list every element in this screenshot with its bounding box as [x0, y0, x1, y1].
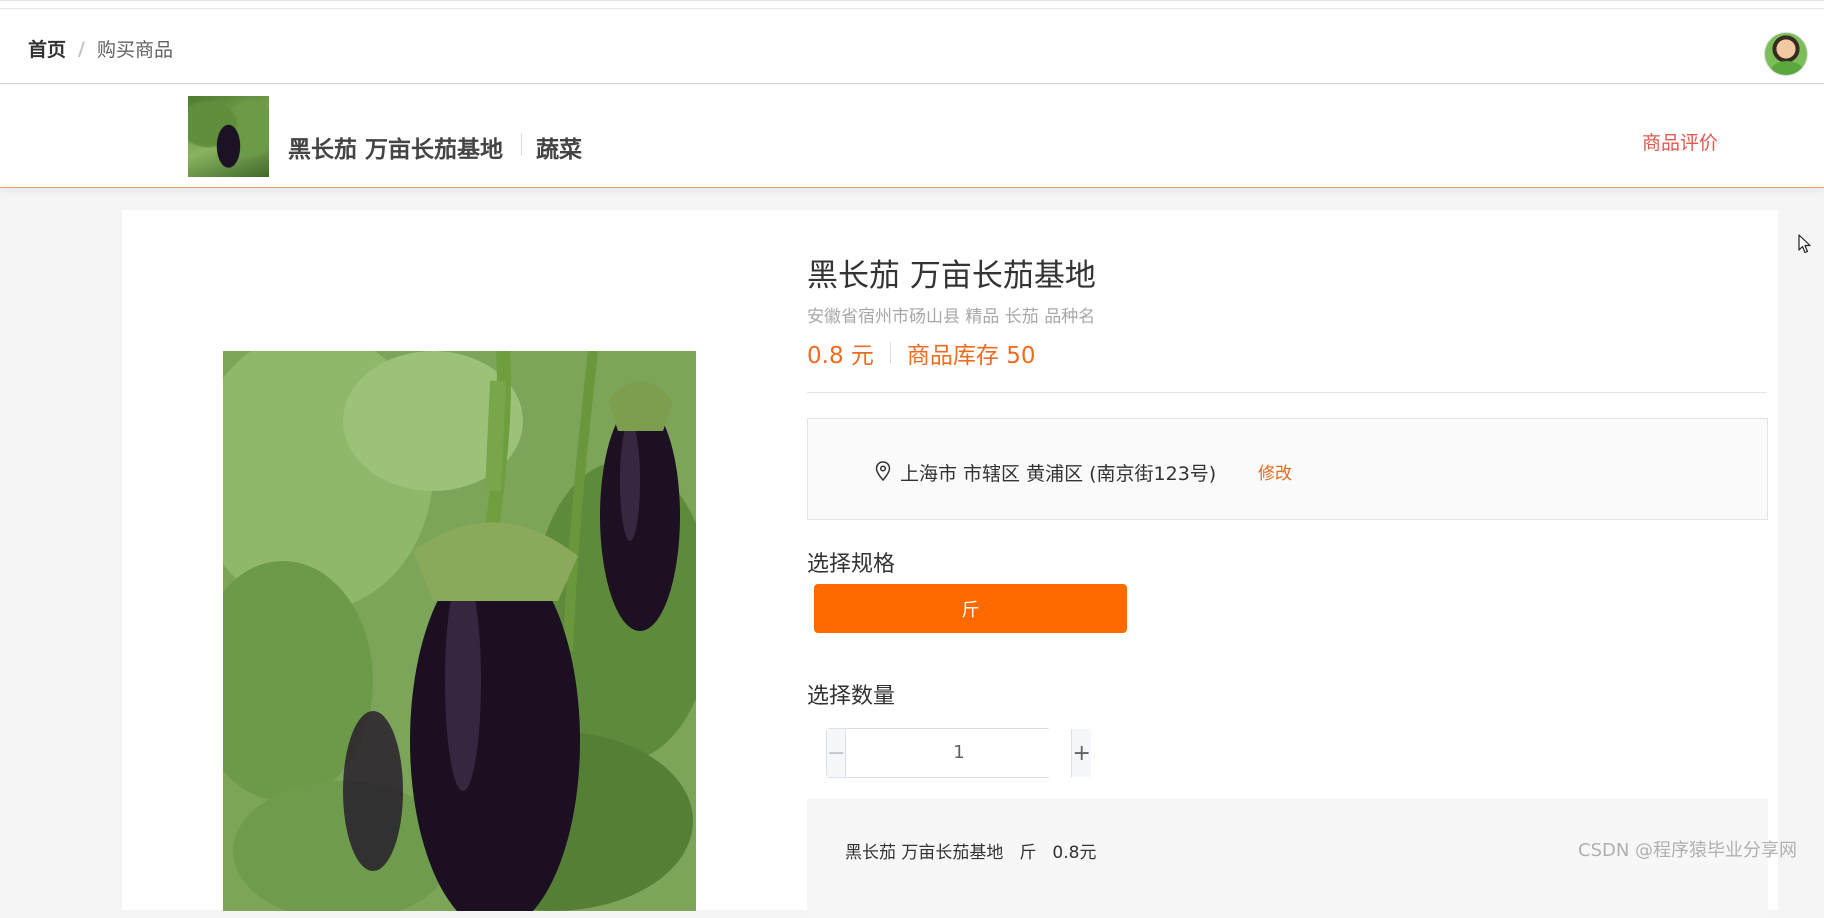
product-detail-card: 黑长茄 万亩长茄基地 安徽省宿州市砀山县 精品 长茄 品种名 0.8 元 商品库…: [122, 210, 1778, 918]
product-price: 0.8 元: [807, 343, 874, 369]
breadcrumb-home-link[interactable]: 首页: [28, 35, 66, 62]
location-pin-icon: [875, 461, 891, 481]
avatar[interactable]: [1764, 32, 1808, 76]
price-divider: [889, 342, 891, 364]
product-subtitle: 安徽省宿州市砀山县 精品 长茄 品种名: [807, 307, 1096, 327]
avatar-image: [1771, 61, 1803, 75]
summary-unit: 斤: [1019, 843, 1037, 863]
summary-line: 黑长茄 万亩长茄基地 斤 0.8元: [845, 838, 1096, 863]
header-category: 蔬菜: [536, 137, 582, 163]
header-product-name: 黑长茄 万亩长茄基地: [288, 137, 504, 163]
top-divider: [0, 8, 1824, 9]
breadcrumb-separator: /: [78, 37, 85, 60]
summary-product-name: 黑长茄 万亩长茄基地: [845, 843, 1004, 863]
spec-option-button[interactable]: 斤: [814, 584, 1127, 633]
top-navbar: 首页 / 购买商品: [0, 0, 1824, 84]
spec-label: 选择规格: [807, 552, 896, 577]
product-title: 黑长茄 万亩长茄基地: [807, 258, 1096, 294]
mouse-cursor-icon: [1798, 234, 1811, 254]
address-text: 上海市 市辖区 黄浦区 (南京街123号): [900, 463, 1217, 485]
product-stock: 商品库存 50: [906, 343, 1036, 369]
breadcrumb-current: 购买商品: [96, 39, 173, 61]
address-box: 上海市 市辖区 黄浦区 (南京街123号) 修改: [807, 418, 1768, 520]
product-header: 黑长茄 万亩长茄基地 蔬菜 商品评价: [0, 84, 1824, 254]
breadcrumb: 首页 / 购买商品: [28, 35, 173, 62]
summary-price: 0.8元: [1052, 843, 1097, 863]
edit-address-link[interactable]: 修改: [1258, 459, 1292, 484]
quantity-label: 选择数量: [807, 684, 896, 709]
product-main-image: [223, 351, 696, 911]
eggplant-photo-icon: [223, 351, 696, 911]
quantity-input[interactable]: [846, 729, 1072, 777]
section-divider: [807, 392, 1767, 393]
decrease-quantity-button[interactable]: −: [827, 729, 847, 777]
price-stock-row: 0.8 元 商品库存 50: [807, 336, 1035, 370]
product-thumbnail: [188, 96, 269, 177]
increase-quantity-button[interactable]: +: [1071, 729, 1091, 777]
quantity-stepper: − +: [826, 728, 1091, 778]
watermark-text: CSDN @程序猿毕业分享网: [1578, 840, 1798, 861]
header-divider: [521, 134, 522, 156]
product-review-link[interactable]: 商品评价: [1642, 128, 1718, 155]
